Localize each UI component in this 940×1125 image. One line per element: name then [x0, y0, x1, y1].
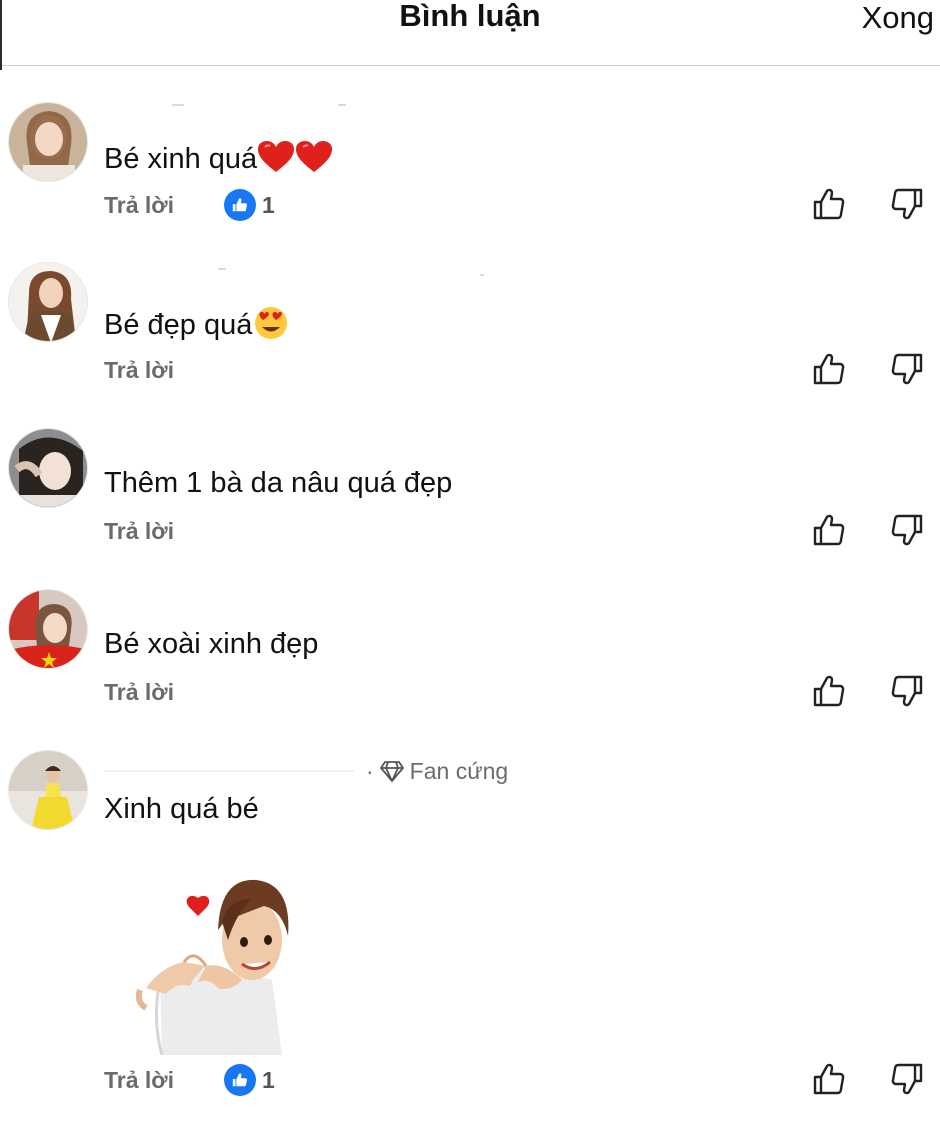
author-name-redacted	[218, 268, 226, 270]
thumbs-down-icon[interactable]	[890, 513, 924, 547]
thumbs-up-icon[interactable]	[812, 187, 846, 221]
thumbs-up-icon[interactable]	[812, 674, 846, 708]
red-heart-icon	[295, 140, 333, 174]
like-summary[interactable]: 1	[224, 1064, 275, 1096]
like-summary[interactable]: 1	[224, 189, 275, 221]
thumbs-down-icon[interactable]	[890, 674, 924, 708]
like-count: 1	[262, 1066, 275, 1093]
badge-label: Fan cứng	[409, 758, 509, 784]
reply-button[interactable]: Trả lời	[104, 518, 174, 544]
thumbs-up-icon[interactable]	[812, 352, 846, 386]
reply-button[interactable]: Trả lời	[104, 679, 174, 705]
thumbs-up-icon[interactable]	[812, 1062, 846, 1096]
comment-text-content: Bé xinh quá	[104, 143, 258, 175]
comment-text: Bé đẹp quá	[104, 306, 290, 342]
author-meta-redacted	[480, 274, 484, 276]
thumbs-up-icon[interactable]	[812, 513, 846, 547]
comment-text: Xinh quá bé	[104, 793, 259, 825]
thumbs-down-icon[interactable]	[890, 352, 924, 386]
reply-button[interactable]: Trả lời	[104, 192, 174, 218]
author-name-redacted	[172, 104, 184, 106]
comment-text: Bé xinh quá	[104, 140, 333, 176]
author-meta-redacted	[338, 104, 346, 106]
header: Bình luận Xong	[0, 0, 940, 70]
author-name-redacted	[104, 770, 354, 772]
avatar[interactable]	[8, 428, 88, 508]
red-heart-icon	[257, 140, 295, 174]
like-reaction-icon	[224, 189, 256, 221]
diamond-icon	[379, 760, 404, 782]
page-title: Bình luận	[399, 0, 541, 33]
comment-text: Bé xoài xinh đẹp	[104, 628, 319, 660]
heart-hands-avatar-sticker[interactable]	[132, 870, 292, 1056]
reply-button[interactable]: Trả lời	[104, 357, 174, 383]
thumbs-down-icon[interactable]	[890, 187, 924, 221]
avatar[interactable]	[8, 102, 88, 182]
top-fan-badge: · Fan cứng	[366, 758, 508, 784]
avatar[interactable]	[8, 589, 88, 669]
comment-text: Thêm 1 bà da nâu quá đẹp	[104, 467, 453, 499]
avatar[interactable]	[8, 262, 88, 342]
avatar[interactable]	[8, 750, 88, 830]
like-count: 1	[262, 191, 275, 218]
like-reaction-icon	[224, 1064, 256, 1096]
comment-text-content: Bé đẹp quá	[104, 309, 253, 341]
reply-button[interactable]: Trả lời	[104, 1067, 174, 1093]
done-button[interactable]: Xong	[862, 2, 934, 34]
separator-dot: ·	[366, 758, 374, 784]
heart-eyes-emoji-icon	[252, 306, 290, 340]
thumbs-down-icon[interactable]	[890, 1062, 924, 1096]
